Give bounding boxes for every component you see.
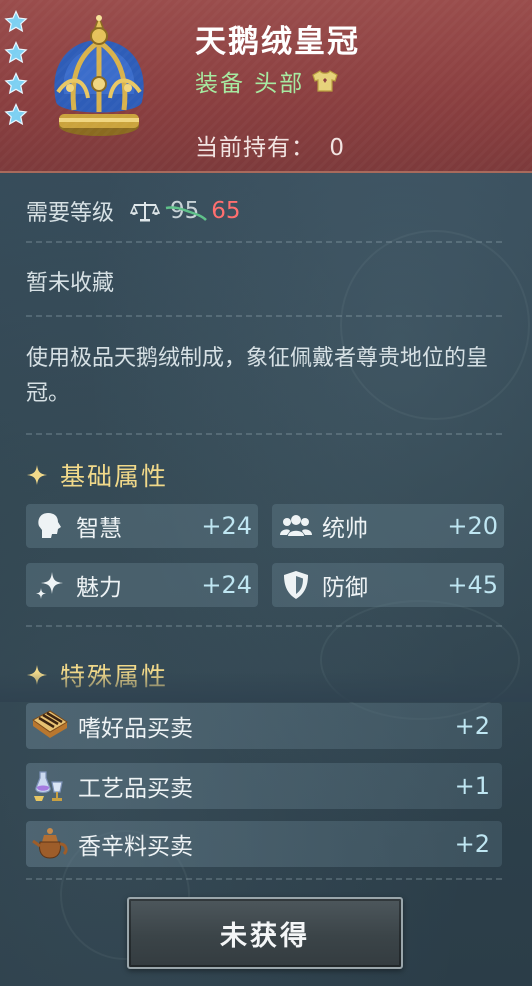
star-icon xyxy=(4,41,28,64)
attribute-label: 魅力 xyxy=(76,575,122,601)
attribute-command: 统帅 +20 xyxy=(272,504,504,548)
special-attribute-luxury-trade: 嗜好品买卖 +2 xyxy=(26,703,502,749)
attribute-charm: 魅力 +24 xyxy=(26,563,258,607)
special-attribute-label: 香辛料买卖 xyxy=(78,834,193,860)
divider xyxy=(26,878,502,880)
reduced-level-value: 65 xyxy=(211,198,241,224)
group-icon xyxy=(280,515,312,536)
background-decoration xyxy=(320,600,520,720)
item-header: 天鹅绒皇冠 装备 头部 当前持有： 0 xyxy=(0,0,532,173)
sparkle-icon xyxy=(27,465,47,485)
star-icon xyxy=(4,72,28,95)
attribute-wisdom: 智慧 +24 xyxy=(26,504,258,548)
attribute-value: +24 xyxy=(201,512,252,540)
attribute-value: +24 xyxy=(201,571,252,599)
special-attribute-value: +2 xyxy=(454,712,490,740)
divider xyxy=(26,433,502,435)
scale-icon xyxy=(130,202,161,222)
item-type-label: 装备 头部 xyxy=(195,71,305,97)
divider xyxy=(26,241,502,243)
scroll-fade xyxy=(0,672,532,702)
attribute-value: +45 xyxy=(447,571,498,599)
attribute-value: +20 xyxy=(447,512,498,540)
shield-icon xyxy=(284,571,308,599)
glassware-icon xyxy=(34,771,63,801)
special-attribute-spice-trade: 香辛料买卖 +2 xyxy=(26,821,502,867)
special-attribute-value: +1 xyxy=(454,772,490,800)
item-title: 天鹅绒皇冠 xyxy=(195,24,360,60)
holding-label: 当前持有： xyxy=(195,135,315,161)
level-label: 需要等级 xyxy=(26,201,115,226)
crown-icon xyxy=(54,14,144,136)
strikethrough-mark xyxy=(165,206,207,221)
shirt-icon xyxy=(312,70,339,92)
level-requirement: 需要等级 95 65 xyxy=(26,195,241,227)
attribute-label: 统帅 xyxy=(322,516,368,542)
collection-status: 暂未收藏 xyxy=(26,271,115,296)
basic-attributes-heading: 基础属性 xyxy=(26,457,168,493)
rarity-stars xyxy=(4,10,30,134)
special-attribute-craft-trade: 工艺品买卖 +1 xyxy=(26,763,502,809)
not-obtained-button[interactable]: 未获得 xyxy=(127,897,403,969)
divider xyxy=(26,315,502,317)
star-icon xyxy=(4,103,28,126)
item-description: 使用极品天鹅绒制成，象征佩戴者尊贵地位的皇冠。 xyxy=(26,346,489,406)
holding-value: 0 xyxy=(329,135,345,161)
item-type: 装备 头部 xyxy=(195,64,339,98)
attribute-label: 防御 xyxy=(322,575,368,601)
star-icon xyxy=(4,10,28,33)
attribute-label: 智慧 xyxy=(76,516,122,542)
holding-count: 当前持有： 0 xyxy=(195,128,345,162)
special-attribute-label: 工艺品买卖 xyxy=(78,776,193,802)
basic-attributes-title: 基础属性 xyxy=(60,462,169,491)
special-attribute-value: +2 xyxy=(454,830,490,858)
special-attribute-label: 嗜好品买卖 xyxy=(78,716,193,742)
divider xyxy=(26,625,502,627)
attribute-defense: 防御 +45 xyxy=(272,563,504,607)
original-level: 95 xyxy=(165,198,207,224)
cigar-box-icon xyxy=(32,710,68,738)
head-icon xyxy=(38,513,61,538)
sparkle-icon xyxy=(36,572,63,599)
teapot-icon xyxy=(32,828,68,859)
